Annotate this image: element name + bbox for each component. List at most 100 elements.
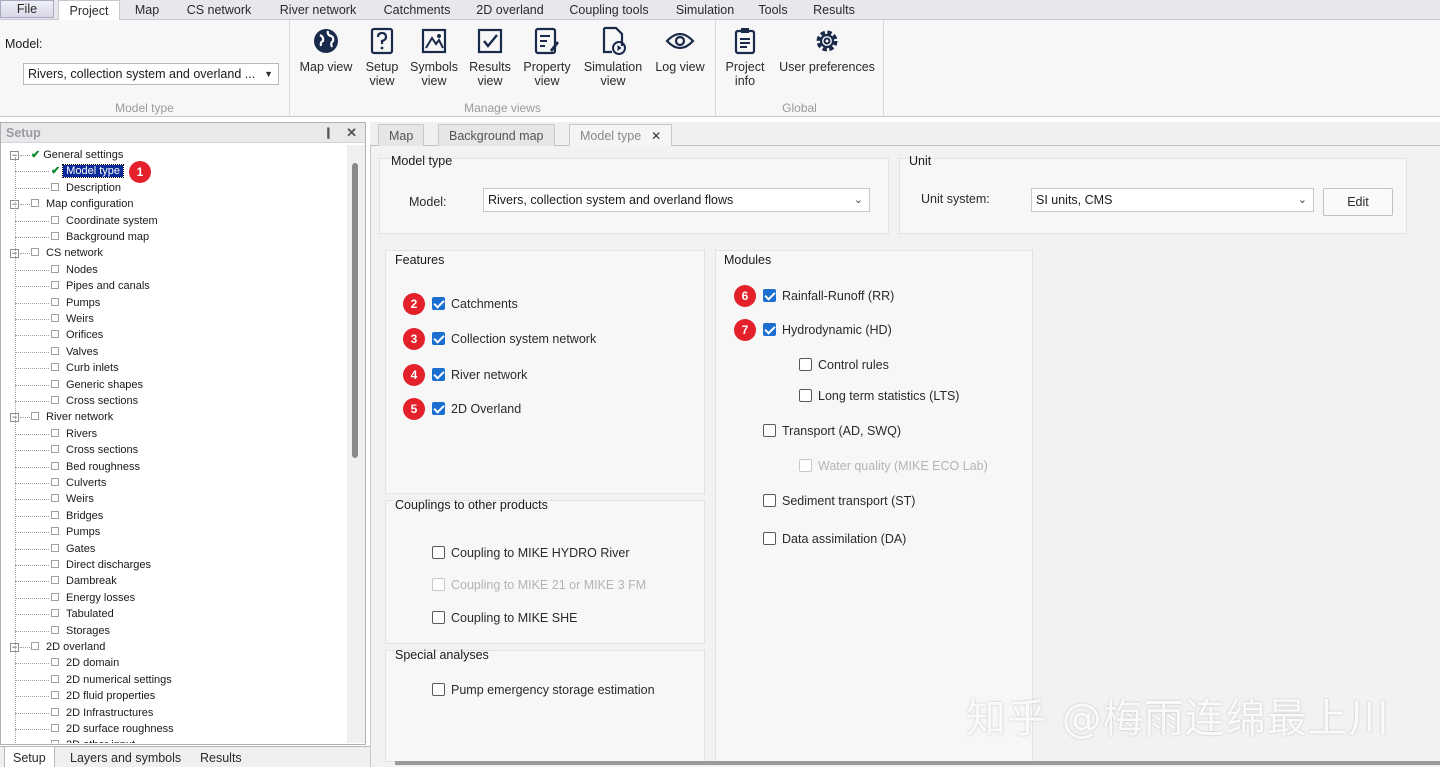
tree-item[interactable]: Bridges xyxy=(51,508,103,524)
checkbox-catchments[interactable]: Catchments xyxy=(432,295,518,313)
tree-item[interactable]: Generic shapes xyxy=(51,377,143,393)
checkbox-box[interactable] xyxy=(763,323,776,337)
menu-tab-results[interactable]: Results xyxy=(804,0,864,20)
project-info-button[interactable]: Project info xyxy=(722,24,768,88)
tree-group[interactable]: Map configuration xyxy=(31,196,133,212)
doc-tab-map[interactable]: Map xyxy=(378,124,425,146)
close-icon[interactable]: ✕ xyxy=(346,123,357,143)
tree-item[interactable]: Bed roughness xyxy=(51,459,140,475)
tree-group[interactable]: CS network xyxy=(31,245,103,261)
checkbox-box[interactable] xyxy=(763,424,776,438)
checkbox-box[interactable] xyxy=(432,546,445,560)
tree-item[interactable]: Valves xyxy=(51,344,98,360)
checkbox-box[interactable] xyxy=(432,332,445,346)
checkbox-box[interactable] xyxy=(799,358,812,372)
map-view-button[interactable]: Map view xyxy=(296,24,356,74)
checkbox-sediment-transport-st[interactable]: Sediment transport (ST) xyxy=(763,492,915,510)
tree-group[interactable]: 2D overland xyxy=(31,639,105,655)
tree-item[interactable]: 2D Infrastructures xyxy=(51,705,153,721)
tree-group[interactable]: ✔ General settings xyxy=(31,147,123,163)
tree-item[interactable]: Weirs xyxy=(51,311,94,327)
checkbox-box[interactable] xyxy=(432,683,445,697)
tree-item[interactable]: Direct discharges xyxy=(51,557,151,573)
ribbon-model-combo[interactable]: Rivers, collection system and overland .… xyxy=(23,63,279,85)
menu-tab-map[interactable]: Map xyxy=(123,0,171,20)
tree-scrollbar-thumb[interactable] xyxy=(352,163,358,458)
checkbox-box[interactable] xyxy=(763,532,776,546)
horizontal-scrollbar[interactable] xyxy=(395,761,1440,765)
tree-item[interactable]: Storages xyxy=(51,623,110,639)
tree-item[interactable]: Coordinate system xyxy=(51,213,158,229)
results-view-button[interactable]: Results view xyxy=(466,24,514,88)
symbols-view-button[interactable]: Symbols view xyxy=(408,24,460,88)
tree-item[interactable]: Culverts xyxy=(51,475,106,491)
menu-tab-file[interactable]: File xyxy=(0,0,54,18)
tree-item[interactable]: Pipes and canals xyxy=(51,278,150,294)
checkbox-collection-system-network[interactable]: Collection system network xyxy=(432,330,596,348)
checkbox-hydrodynamic-hd[interactable]: Hydrodynamic (HD) xyxy=(763,321,892,339)
setup-view-button[interactable]: Setup view xyxy=(360,24,404,88)
tree-item[interactable]: 2D domain xyxy=(51,655,119,671)
checkbox-pump-emergency-storage-estimation[interactable]: Pump emergency storage estimation xyxy=(432,681,655,699)
tree-item[interactable]: 2D surface roughness xyxy=(51,721,174,737)
tree-item[interactable]: Rivers xyxy=(51,426,97,442)
checkbox-control-rules[interactable]: Control rules xyxy=(799,356,889,374)
menu-tab-tools[interactable]: Tools xyxy=(750,0,796,20)
tree-scrollbar[interactable] xyxy=(347,145,365,743)
tree-item[interactable]: Cross sections xyxy=(51,393,138,409)
model-select[interactable]: Rivers, collection system and overland f… xyxy=(483,188,870,212)
user-preferences-button[interactable]: User preferences xyxy=(776,24,878,74)
property-view-button[interactable]: Property view xyxy=(519,24,575,88)
menu-tab-catchments[interactable]: Catchments xyxy=(372,0,462,20)
tree-group[interactable]: River network xyxy=(31,409,113,425)
simulation-view-button[interactable]: Simulation view xyxy=(582,24,644,88)
checkbox-transport-ad-swq[interactable]: Transport (AD, SWQ) xyxy=(763,422,901,440)
close-icon[interactable]: ✕ xyxy=(651,129,661,143)
doc-tab-model-type[interactable]: Model type ✕ xyxy=(569,124,673,146)
checkbox-coupling-to-mike-hydro-river[interactable]: Coupling to MIKE HYDRO River xyxy=(432,544,630,562)
tree-item[interactable]: Nodes xyxy=(51,262,98,278)
checkbox-box[interactable] xyxy=(432,611,445,625)
tree-item[interactable]: 2D numerical settings xyxy=(51,672,172,688)
bottom-tab-layers-and-symbols[interactable]: Layers and symbols xyxy=(62,747,189,767)
menu-tab-simulation[interactable]: Simulation xyxy=(664,0,746,20)
checkbox-rainfall-runoff-rr[interactable]: Rainfall-Runoff (RR) xyxy=(763,287,894,305)
tree-item[interactable]: Gates xyxy=(51,541,95,557)
tree-item[interactable]: Cross sections xyxy=(51,442,138,458)
tree-item[interactable]: Pumps xyxy=(51,524,100,540)
pin-icon[interactable]: ❙ xyxy=(324,123,333,143)
menu-tab-cs-network[interactable]: CS network xyxy=(174,0,264,20)
checkbox-box[interactable] xyxy=(432,402,445,416)
bottom-tab-results[interactable]: Results xyxy=(192,747,250,767)
tree-item[interactable]: Description xyxy=(51,180,121,196)
checkbox-coupling-to-mike-she[interactable]: Coupling to MIKE SHE xyxy=(432,609,577,627)
log-view-button[interactable]: Log view xyxy=(652,24,708,74)
checkbox-box[interactable] xyxy=(799,389,812,403)
tree-item[interactable]: Tabulated xyxy=(51,606,114,622)
unit-system-select[interactable]: SI units, CMS ⌄ xyxy=(1031,188,1314,212)
tree-item[interactable]: 2D other input xyxy=(51,737,135,743)
checkbox-2d-overland[interactable]: 2D Overland xyxy=(432,400,521,418)
checkbox-river-network[interactable]: River network xyxy=(432,366,527,384)
bottom-tab-setup[interactable]: Setup xyxy=(4,747,55,767)
edit-button[interactable]: Edit xyxy=(1323,188,1393,216)
tree-item[interactable]: Background map xyxy=(51,229,149,245)
tree-item[interactable]: Orifices xyxy=(51,327,103,343)
menu-tab-coupling-tools[interactable]: Coupling tools xyxy=(559,0,659,20)
checkbox-data-assimilation-da[interactable]: Data assimilation (DA) xyxy=(763,530,906,548)
checkbox-box[interactable] xyxy=(763,494,776,508)
menu-tab-2d-overland[interactable]: 2D overland xyxy=(466,0,554,20)
tree-item[interactable]: Weirs xyxy=(51,491,94,507)
menu-tab-project[interactable]: Project xyxy=(58,0,120,21)
tree-item[interactable]: Curb inlets xyxy=(51,360,119,376)
tree-item[interactable]: Pumps xyxy=(51,295,100,311)
checkbox-long-term-statistics-lts[interactable]: Long term statistics (LTS) xyxy=(799,387,959,405)
tree-item[interactable]: Dambreak xyxy=(51,573,117,589)
doc-tab-background-map[interactable]: Background map xyxy=(438,124,555,146)
checkbox-box[interactable] xyxy=(432,368,445,382)
tree-item[interactable]: 2D fluid properties xyxy=(51,688,155,704)
menu-tab-river-network[interactable]: River network xyxy=(268,0,368,20)
checkbox-box[interactable] xyxy=(763,289,776,303)
tree-item[interactable]: Energy losses xyxy=(51,590,135,606)
tree-item[interactable]: ✔ Model type xyxy=(51,163,125,179)
